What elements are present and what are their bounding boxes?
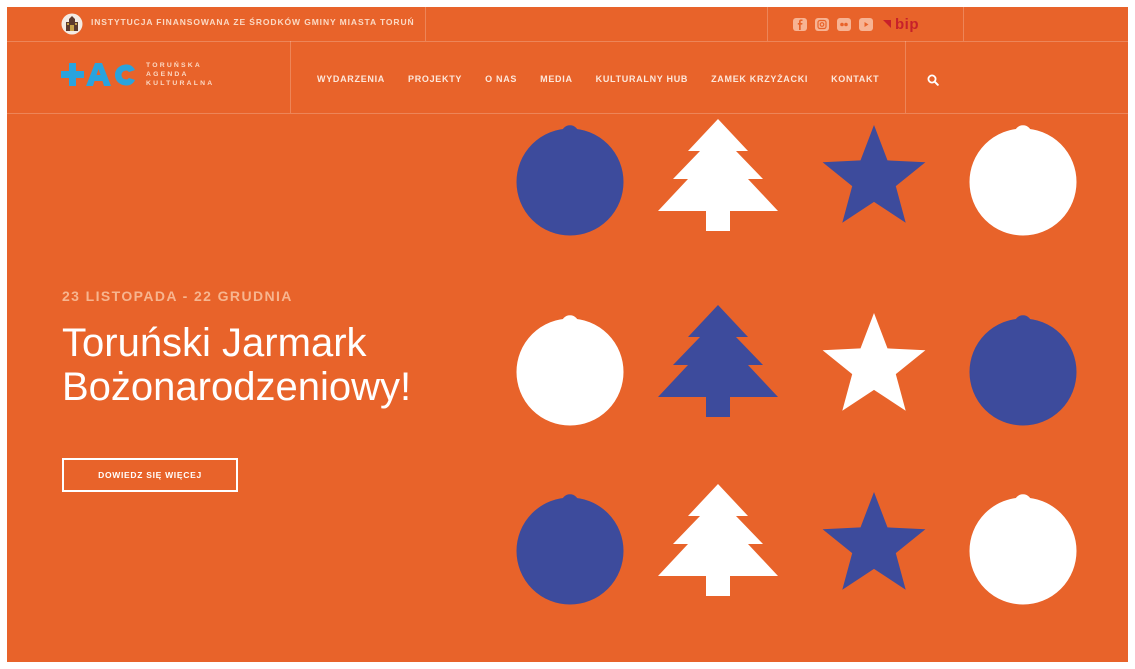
nav-item-o-nas[interactable]: O NAS — [485, 74, 517, 84]
star-blue — [822, 492, 926, 590]
nav-item-kontakt[interactable]: KONTAKT — [831, 74, 879, 84]
hero-title: Toruński Jarmark Bożonarodzeniowy! — [62, 321, 522, 409]
youtube-icon[interactable] — [859, 17, 873, 31]
bauble-white — [515, 315, 625, 427]
tree-blue — [658, 305, 778, 417]
header-separator — [905, 41, 906, 113]
main-nav: WYDARZENIA PROJEKTY O NAS MEDIA KULTURAL… — [317, 74, 879, 84]
search-icon[interactable] — [927, 74, 939, 86]
bauble-white — [968, 125, 1078, 237]
bauble-blue — [515, 125, 625, 237]
hero-title-line: Toruński Jarmark — [62, 321, 367, 365]
logo-line: KULTURALNA — [146, 80, 215, 87]
event-dates: 23 LISTOPADA - 22 GRUDNIA — [62, 288, 293, 304]
bip-flag-icon — [883, 20, 891, 28]
nav-item-zamek-krzyzacki[interactable]: ZAMEK KRZYŻACKI — [711, 74, 808, 84]
topbar-divider — [7, 41, 1128, 42]
logo-wordmark[interactable]: TORUŃSKA AGENDA KULTURALNA — [146, 61, 214, 88]
bip-label: bip — [895, 15, 919, 33]
christmas-ornaments — [515, 119, 1078, 606]
nav-item-wydarzenia[interactable]: WYDARZENIA — [317, 74, 385, 84]
instagram-icon[interactable] — [815, 17, 829, 31]
hero-banner: INSTYTUCJA FINANSOWANA ZE ŚRODKÓW GMINY … — [7, 7, 1128, 662]
learn-more-button[interactable]: DOWIEDZ SIĘ WIĘCEJ — [62, 458, 238, 492]
logo-line: TORUŃSKA — [146, 62, 202, 69]
bauble-white — [968, 494, 1078, 606]
logo-line: AGENDA — [146, 71, 189, 78]
bauble-blue — [968, 315, 1078, 427]
bauble-blue — [515, 494, 625, 606]
tree-white — [658, 484, 778, 596]
header-separator — [290, 41, 291, 113]
topbar: INSTYTUCJA FINANSOWANA ZE ŚRODKÓW GMINY … — [7, 7, 1128, 41]
city-crest-icon — [61, 13, 83, 35]
nav-item-projekty[interactable]: PROJEKTY — [408, 74, 462, 84]
facebook-icon[interactable] — [793, 17, 807, 31]
nav-item-kulturalny-hub[interactable]: KULTURALNY HUB — [596, 74, 688, 84]
tak-logo-icon[interactable] — [61, 63, 139, 87]
funding-notice: INSTYTUCJA FINANSOWANA ZE ŚRODKÓW GMINY … — [91, 17, 415, 27]
flickr-icon[interactable] — [837, 17, 851, 31]
bip-link[interactable]: bip — [883, 15, 919, 33]
star-white — [822, 313, 926, 411]
nav-item-media[interactable]: MEDIA — [540, 74, 573, 84]
star-blue — [822, 125, 926, 223]
social-links: bip — [793, 15, 919, 33]
hero-title-line: Bożonarodzeniowy! — [62, 365, 412, 409]
tree-white — [658, 119, 778, 231]
